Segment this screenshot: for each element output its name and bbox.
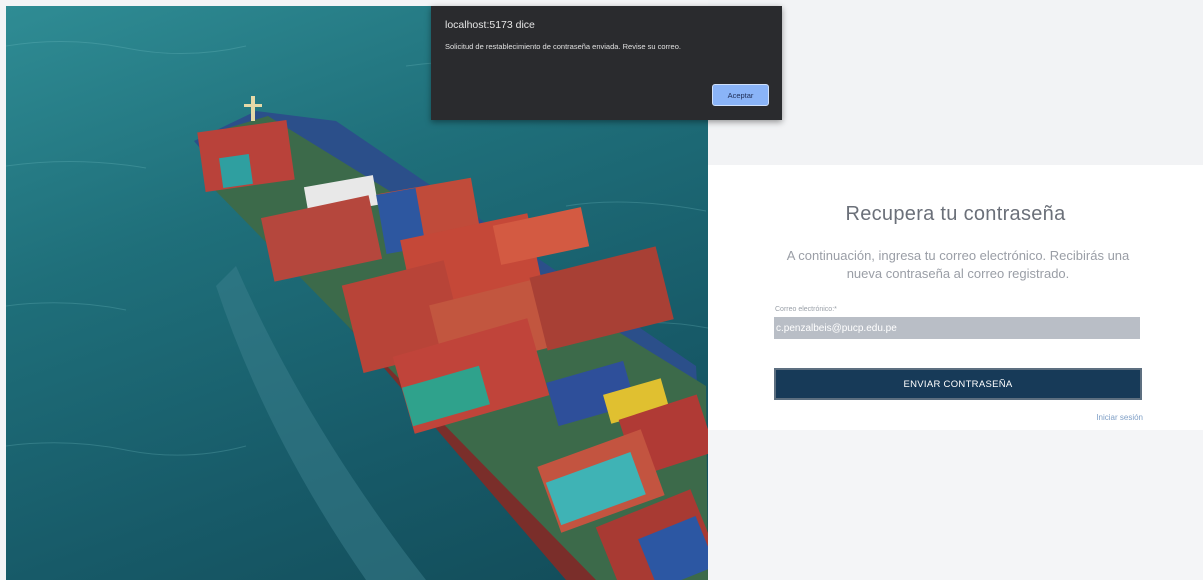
right-panel-top: [708, 0, 1203, 165]
right-panel-bottom: [708, 430, 1203, 580]
accept-button[interactable]: Aceptar: [712, 84, 769, 106]
email-input[interactable]: [774, 317, 1140, 339]
page-title: Recupera tu contraseña: [845, 203, 1066, 225]
recovery-card: Recupera tu contraseña A continuación, i…: [708, 165, 1203, 430]
dialog-title: localhost:5173 dice: [445, 19, 535, 31]
send-password-button[interactable]: ENVIAR CONTRASEÑA: [774, 368, 1142, 400]
page-subtitle: A continuación, ingresa tu correo electr…: [786, 248, 1130, 281]
login-link[interactable]: Iniciar sesión: [1096, 413, 1143, 422]
email-label: Correo electrónico:*: [775, 306, 837, 313]
alert-dialog: localhost:5173 dice Solicitud de restabl…: [431, 6, 782, 120]
dialog-message: Solicitud de restablecimiento de contras…: [445, 42, 681, 51]
